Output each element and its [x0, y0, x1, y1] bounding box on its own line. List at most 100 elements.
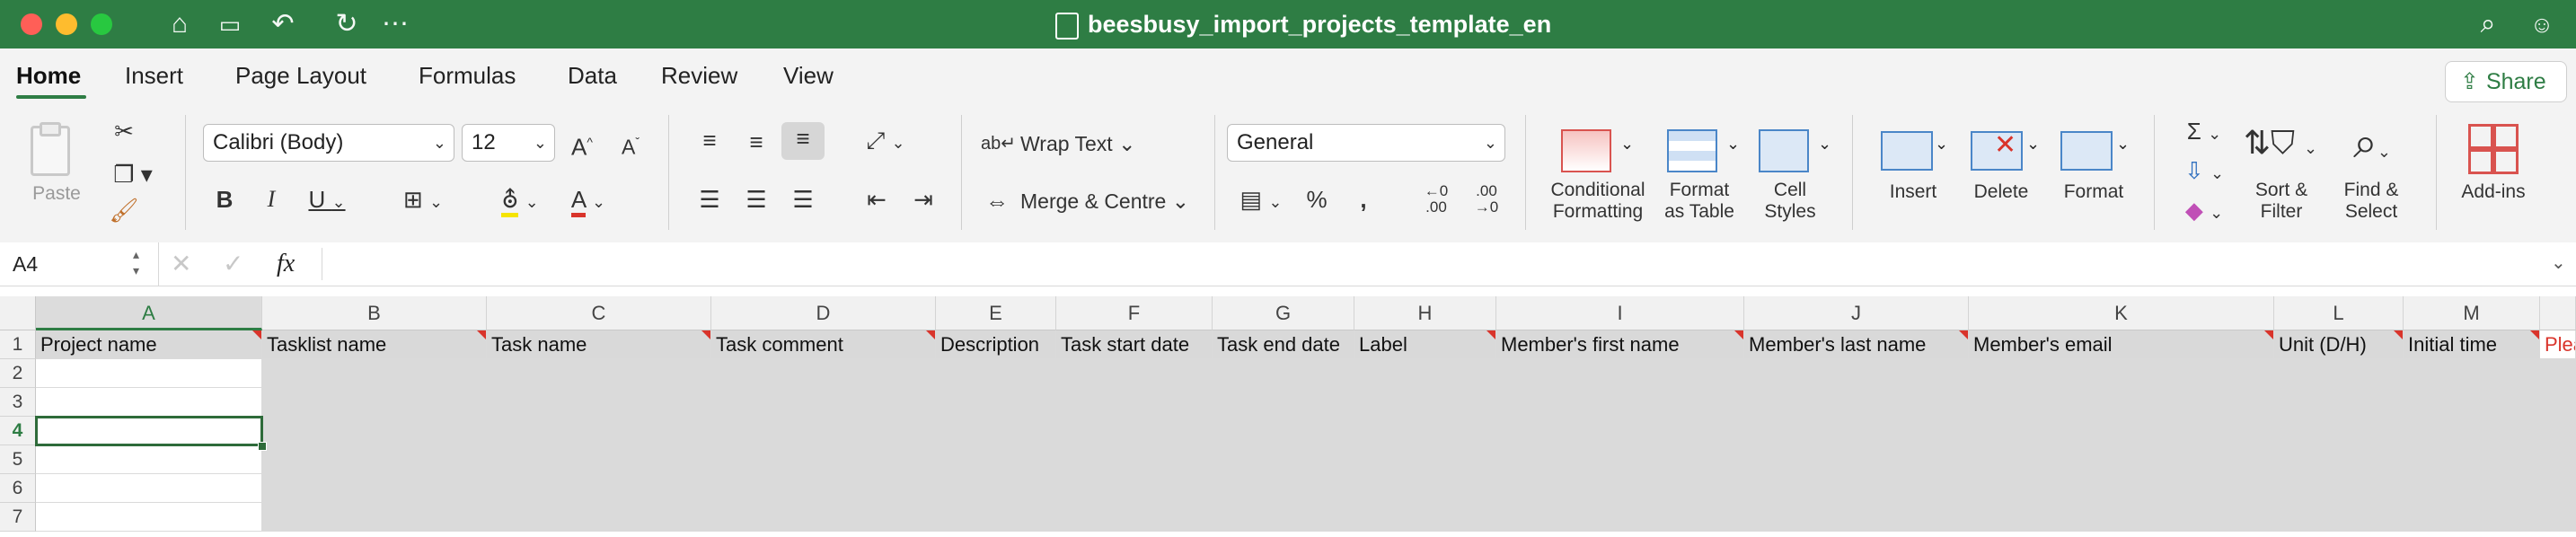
header-cell[interactable]: Tasklist name — [262, 330, 487, 359]
column-header[interactable]: G — [1213, 296, 1354, 330]
column-header[interactable]: J — [1744, 296, 1969, 330]
tab-view[interactable]: View — [783, 61, 834, 90]
formula-input[interactable] — [332, 248, 2542, 280]
header-cell[interactable]: Description — [936, 330, 1056, 359]
cell-styles-icon[interactable]: ⌄ — [1755, 126, 1836, 176]
row-header[interactable]: 3 — [0, 388, 36, 417]
fill-icon[interactable]: ⇩ ⌄ — [2177, 154, 2231, 189]
undo-icon[interactable]: ↶ — [260, 6, 305, 42]
column-header[interactable]: B — [262, 296, 487, 330]
italic-button[interactable]: I — [255, 183, 287, 216]
delete-cells-button[interactable]: Delete — [1965, 181, 2037, 203]
percent-style-icon[interactable]: % — [1299, 183, 1335, 216]
format-cells-button[interactable]: Format — [2055, 181, 2132, 203]
column-header[interactable]: I — [1496, 296, 1744, 330]
align-middle-icon[interactable]: ≡ — [738, 126, 774, 158]
format-as-table-button[interactable]: Format as Table — [1653, 180, 1746, 223]
search-icon[interactable]: ⌕ — [2470, 6, 2506, 42]
column-header[interactable]: M — [2404, 296, 2540, 330]
column-header[interactable] — [2540, 296, 2576, 330]
align-bottom-icon[interactable]: ≡ — [781, 122, 825, 160]
increase-decimal-icon[interactable]: ←0.00 — [1414, 183, 1459, 216]
column-header[interactable]: K — [1969, 296, 2274, 330]
insert-cells-icon[interactable]: ⌄ — [1877, 126, 1949, 176]
more-icon[interactable]: ⋯ — [377, 6, 413, 42]
header-cell[interactable]: Label — [1354, 330, 1496, 359]
row-header[interactable]: 5 — [0, 445, 36, 474]
find-select-icon[interactable]: ⌕⌄ — [2332, 117, 2413, 179]
fill-colour-icon[interactable]: ⛢ ⌄ — [489, 183, 551, 218]
number-format-select[interactable]: General ⌄ — [1227, 124, 1505, 162]
home-icon[interactable]: ⌂ — [162, 6, 198, 42]
format-as-table-icon[interactable]: ⌄ — [1663, 126, 1744, 176]
sort-filter-icon[interactable]: ⇅⛉ ⌄ — [2240, 120, 2321, 171]
zoom-window-button[interactable] — [91, 13, 112, 35]
accounting-format-icon[interactable]: ▤ ⌄ — [1232, 183, 1290, 218]
header-cell[interactable]: Project name — [36, 330, 262, 359]
font-size-select[interactable]: 12 ⌄ — [462, 124, 555, 162]
paste-label[interactable]: Paste — [27, 183, 86, 205]
header-cell[interactable]: Member's email — [1969, 330, 2274, 359]
decrease-decimal-icon[interactable]: .00 →0 — [1464, 183, 1509, 216]
header-cell[interactable]: Member's last name — [1744, 330, 1969, 359]
add-ins-icon[interactable] — [2466, 122, 2520, 176]
select-all-corner[interactable] — [0, 296, 36, 330]
font-colour-icon[interactable]: A ⌄ — [557, 183, 620, 218]
header-cell[interactable]: Task end date — [1213, 330, 1354, 359]
decrease-indent-icon[interactable]: ⇤ — [859, 183, 895, 216]
merge-centre-button[interactable]: Merge & Centre ⌄ — [1020, 190, 1189, 212]
function-icon[interactable]: fx — [277, 248, 295, 280]
column-header[interactable]: C — [487, 296, 711, 330]
cut-icon[interactable]: ✂ — [106, 115, 142, 147]
row-header[interactable]: 4 — [0, 417, 36, 445]
align-top-icon[interactable]: ≡ — [692, 124, 728, 156]
column-header[interactable]: F — [1056, 296, 1213, 330]
increase-indent-icon[interactable]: ⇥ — [905, 183, 941, 216]
save-icon[interactable]: ▭ — [212, 6, 248, 42]
align-left-icon[interactable]: ☰ — [692, 183, 728, 216]
column-header[interactable]: D — [711, 296, 936, 330]
format-cells-icon[interactable]: ⌄ — [2057, 120, 2130, 176]
tab-insert[interactable]: Insert — [125, 61, 183, 90]
copy-icon[interactable]: ❐ ▾ — [106, 158, 160, 190]
clear-icon[interactable]: ◆ ⌄ — [2177, 194, 2231, 229]
redo-icon[interactable]: ↻ — [329, 6, 365, 42]
share-button[interactable]: ⇪ Share — [2445, 61, 2567, 102]
empty-cells[interactable] — [36, 359, 2576, 532]
header-cell[interactable]: Task comment — [711, 330, 936, 359]
add-ins-button[interactable]: Add-ins — [2456, 181, 2531, 203]
sort-filter-button[interactable]: Sort & Filter — [2244, 180, 2319, 223]
format-painter-icon[interactable]: 🖌 — [106, 194, 142, 226]
comma-style-icon[interactable]: , — [1347, 183, 1380, 216]
tab-home[interactable]: Home — [16, 61, 81, 90]
close-window-button[interactable] — [21, 13, 42, 35]
bold-button[interactable]: B — [208, 183, 241, 216]
decrease-font-size-icon[interactable]: Aˇ — [611, 126, 650, 163]
header-cell[interactable]: Unit (D/H) — [2274, 330, 2404, 359]
underline-button[interactable]: U ⌄ — [300, 183, 354, 218]
align-right-icon[interactable]: ☰ — [785, 183, 821, 216]
fill-handle[interactable] — [258, 442, 267, 451]
autosum-icon[interactable]: Σ ⌄ — [2177, 115, 2231, 150]
header-cell[interactable]: Initial time — [2404, 330, 2540, 359]
confirm-icon[interactable]: ✓ — [223, 248, 243, 280]
row-header[interactable]: 7 — [0, 503, 36, 532]
cancel-icon[interactable]: ✕ — [171, 248, 191, 280]
row-header[interactable]: 6 — [0, 474, 36, 503]
name-box-stepper-icon[interactable]: ▴ ▾ — [133, 246, 139, 278]
wrap-text-button[interactable]: Wrap Text ⌄ — [1020, 133, 1135, 154]
column-header[interactable]: H — [1354, 296, 1496, 330]
conditional-formatting-button[interactable]: Conditional Formatting — [1541, 180, 1654, 223]
column-header[interactable]: L — [2274, 296, 2404, 330]
align-center-icon[interactable]: ☰ — [738, 183, 774, 216]
borders-icon[interactable]: ⊞ ⌄ — [392, 183, 454, 218]
column-header[interactable]: E — [936, 296, 1056, 330]
header-cell[interactable]: Task start date — [1056, 330, 1213, 359]
tab-review[interactable]: Review — [661, 61, 737, 90]
cell-styles-button[interactable]: Cell Styles — [1751, 180, 1829, 223]
find-select-button[interactable]: Find & Select — [2333, 180, 2409, 223]
account-icon[interactable]: ☺ — [2524, 6, 2560, 42]
insert-cells-button[interactable]: Insert — [1877, 181, 1949, 203]
expand-formula-bar-icon[interactable]: ⌄ — [2551, 251, 2566, 274]
orientation-icon[interactable]: ⤢ ⌄ — [859, 124, 913, 159]
